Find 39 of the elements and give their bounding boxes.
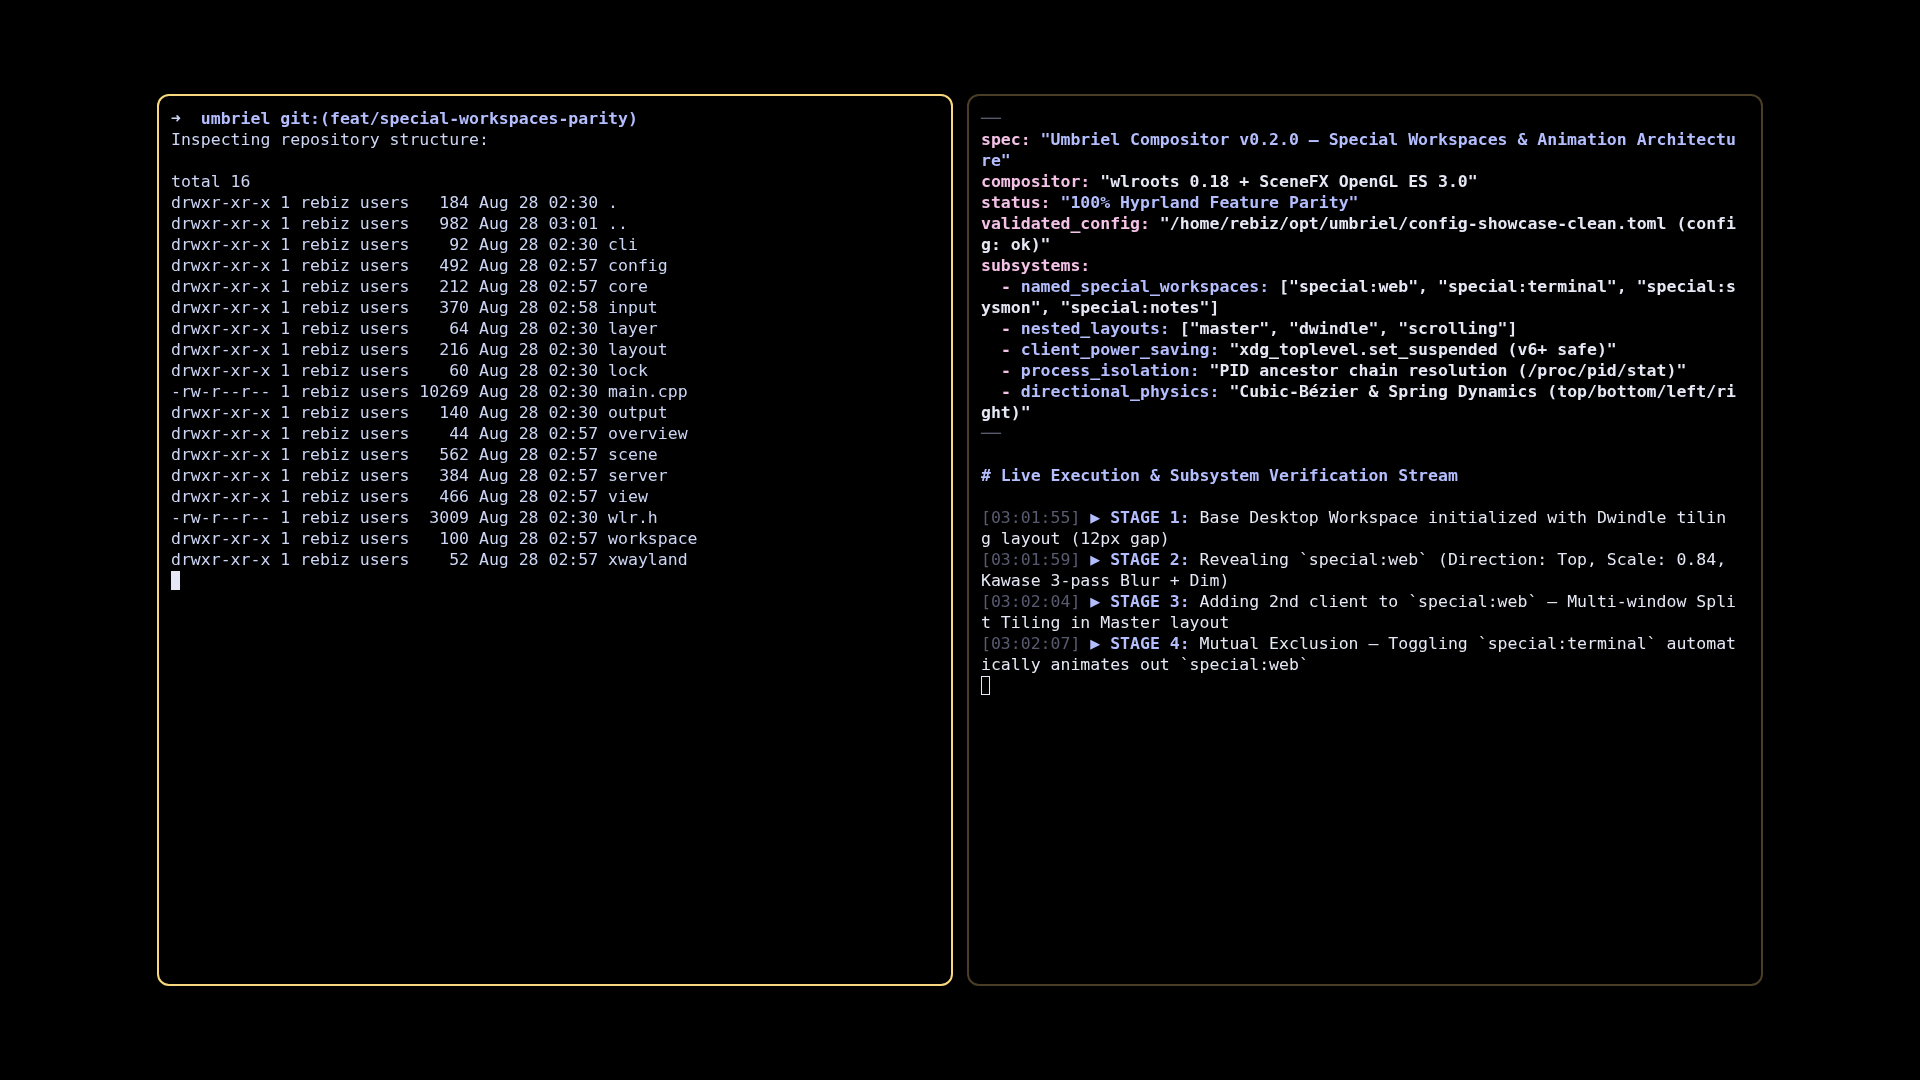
- output-line: drwxr-xr-x 1 rebiz users 60 Aug 28 02:30 lock: [171, 360, 649, 381]
- output-line: drwxr-xr-x 1 rebiz users 982 Aug 28 03:01 ..: [171, 213, 629, 234]
- log-line: [03:02:07] ▶ STAGE 4: Mutual Exclusion — Toggling `special:terminal` automatically animates out `special:web`: [981, 633, 1737, 675]
- prompt-line: ➜ umbriel git:(feat/special-workspaces-parity): [171, 108, 639, 129]
- output-line: drwxr-xr-x 1 rebiz users 466 Aug 28 02:57 view: [171, 486, 649, 507]
- output-line: drwxr-xr-x 1 rebiz users 492 Aug 28 02:57 config: [171, 255, 669, 276]
- config-line: - nested_layouts: ["master", "dwindle", "scrolling"]: [999, 318, 1519, 339]
- config-line: validated_config: "/home/rebiz/opt/umbriel/config-showcase-clean.toml (config: ok)": [981, 213, 1737, 255]
- separator-line: ──: [981, 423, 1002, 444]
- output-line: Inspecting repository structure:: [171, 129, 490, 150]
- output-line: drwxr-xr-x 1 rebiz users 64 Aug 28 02:30 layer: [171, 318, 659, 339]
- log-line: [03:02:04] ▶ STAGE 3: Adding 2nd client to `special:web` — Multi-window Split Tiling in Master layout: [981, 591, 1737, 633]
- config-line: - named_special_workspaces: ["special:web", "special:terminal", "special:sysmon", "special:notes"]: [981, 276, 1737, 318]
- output-line: drwxr-xr-x 1 rebiz users 370 Aug 28 02:58 input: [171, 297, 659, 318]
- log-line: [03:01:55] ▶ STAGE 1: Base Desktop Workspace initialized with Dwindle tiling layout (12px gap): [981, 507, 1728, 549]
- section-heading: # Live Execution & Subsystem Verification Stream: [981, 465, 1459, 486]
- config-line: - directional_physics: "Cubic-Bézier & Spring Dynamics (top/bottom/left/right)": [981, 381, 1737, 423]
- output-line: -rw-r--r-- 1 rebiz users 10269 Aug 28 02:30 main.cpp: [171, 381, 689, 402]
- config-line: - process_isolation: "PID ancestor chain resolution (/proc/pid/stat)": [999, 360, 1688, 381]
- config-line: compositor: "wlroots 0.18 + SceneFX OpenGL ES 3.0": [981, 171, 1479, 192]
- config-line: status: "100% Hyprland Feature Parity": [981, 192, 1360, 213]
- log-line: [03:01:59] ▶ STAGE 2: Revealing `special:web` (Direction: Top, Scale: 0.84, Kawase 3-pass Blur + Dim): [981, 549, 1728, 591]
- output-line: drwxr-xr-x 1 rebiz users 184 Aug 28 02:30 .: [171, 192, 620, 213]
- output-line: drwxr-xr-x 1 rebiz users 100 Aug 28 02:57 workspace: [171, 528, 699, 549]
- output-line: drwxr-xr-x 1 rebiz users 562 Aug 28 02:57 scene: [171, 444, 659, 465]
- output-line: -rw-r--r-- 1 rebiz users 3009 Aug 28 02:30 wlr.h: [171, 507, 659, 528]
- output-line: drwxr-xr-x 1 rebiz users 92 Aug 28 02:30 cli: [171, 234, 639, 255]
- output-line: drwxr-xr-x 1 rebiz users 52 Aug 28 02:57 xwayland: [171, 549, 689, 570]
- output-line: drwxr-xr-x 1 rebiz users 140 Aug 28 02:30 output: [171, 402, 669, 423]
- output-line: drwxr-xr-x 1 rebiz users 216 Aug 28 02:30 layout: [171, 339, 669, 360]
- output-line: drwxr-xr-x 1 rebiz users 44 Aug 28 02:57 overview: [171, 423, 689, 444]
- config-line: spec: "Umbriel Compositor v0.2.0 — Special Workspaces & Animation Architecture": [981, 129, 1737, 171]
- output-line: drwxr-xr-x 1 rebiz users 384 Aug 28 02:57 server: [171, 465, 669, 486]
- terminal-pane[interactable]: [967, 94, 1763, 986]
- output-line: total 16: [171, 171, 252, 192]
- separator-line: ──: [981, 108, 1002, 129]
- output-line: drwxr-xr-x 1 rebiz users 212 Aug 28 02:57 core: [171, 276, 649, 297]
- config-line: - client_power_saving: "xdg_toplevel.set_suspended (v6+ safe)": [999, 339, 1618, 360]
- config-line: subsystems:: [981, 255, 1092, 276]
